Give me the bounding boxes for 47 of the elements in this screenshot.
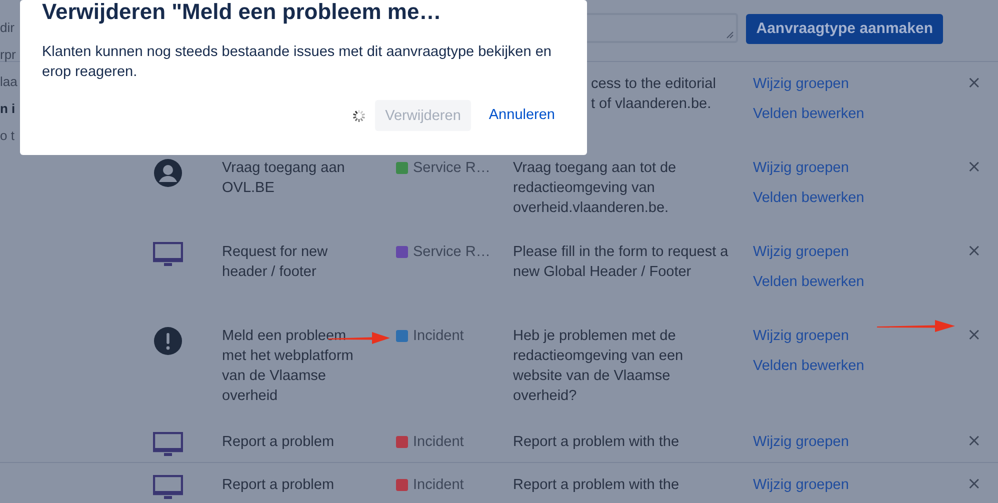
dialog-title: Verwijderen "Meld een probleem me…: [42, 0, 442, 23]
remove-button[interactable]: ×: [965, 432, 984, 450]
issue-type-label: Incident: [413, 476, 464, 495]
sidebar-text: n i: [0, 101, 16, 117]
edit-groups-link[interactable]: Wijzig groepen: [753, 432, 849, 452]
edit-groups-link[interactable]: Wijzig groepen: [753, 74, 849, 94]
request-type-name: Report a problem: [222, 476, 334, 495]
create-request-type-button[interactable]: Aanvraagtype aanmaken: [746, 14, 943, 44]
remove-button[interactable]: ×: [965, 326, 984, 344]
monitor-icon: [153, 242, 183, 268]
edit-fields-link[interactable]: Velden bewerken: [753, 356, 864, 376]
monitor-icon: [153, 475, 183, 501]
request-type-description: Vraag toegang aan tot de redactieomgeving van overheid.vlaanderen.be.: [513, 159, 676, 218]
request-type-name: Vraag toegang aan OVL.BE: [222, 159, 345, 198]
request-type-description: Report a problem with the: [513, 476, 680, 495]
issue-type-label: Service R…: [413, 159, 490, 178]
dialog-message: Klanten kunnen nog steeds bestaande issues met dit aanvraagtype bekijken en erop reageren.: [42, 43, 552, 82]
cancel-button[interactable]: Annuleren: [478, 100, 565, 131]
edit-fields-link[interactable]: Velden bewerken: [753, 104, 864, 124]
request-type-description: Report a problem with the: [513, 433, 680, 452]
request-type-name: Meld een probleem met het webplatform van de Vlaamse overheid: [222, 327, 354, 406]
edit-groups-link[interactable]: Wijzig groepen: [753, 326, 849, 346]
remove-button[interactable]: ×: [965, 242, 984, 260]
remove-button[interactable]: ×: [965, 475, 984, 493]
issue-type-label: Incident: [413, 327, 464, 346]
request-type-description: Heb je problemen met de redactieomgeving van een website van de Vlaamse overheid?: [513, 327, 684, 406]
edit-groups-link[interactable]: Wijzig groepen: [753, 475, 849, 495]
request-type-name: Request for new header / footer: [222, 243, 328, 282]
edit-fields-link[interactable]: Velden bewerken: [753, 272, 864, 292]
resize-handle-icon[interactable]: [726, 30, 734, 38]
sidebar-text: dir: [0, 20, 16, 36]
remove-button[interactable]: ×: [965, 74, 984, 92]
request-type-description: Please fill in the form to request a new Global Header / Footer: [513, 243, 728, 282]
alert-icon: [153, 326, 183, 356]
sidebar-text: rpr: [0, 47, 17, 63]
edit-groups-link[interactable]: Wijzig groepen: [753, 158, 849, 178]
edit-groups-link[interactable]: Wijzig groepen: [753, 242, 849, 262]
sidebar-text: laa: [0, 74, 18, 90]
issue-type-label: Service R…: [413, 243, 490, 262]
issue-type-label: Incident: [413, 433, 464, 452]
sidebar-text: o t: [0, 128, 16, 144]
request-type-description: cess to the editorial t of vlaanderen.be.: [591, 75, 716, 114]
edit-fields-link[interactable]: Velden bewerken: [753, 188, 864, 208]
request-type-name: Report a problem: [222, 433, 334, 452]
user-avatar-icon: [153, 158, 183, 188]
remove-button[interactable]: ×: [965, 158, 984, 176]
monitor-icon: [153, 432, 183, 458]
